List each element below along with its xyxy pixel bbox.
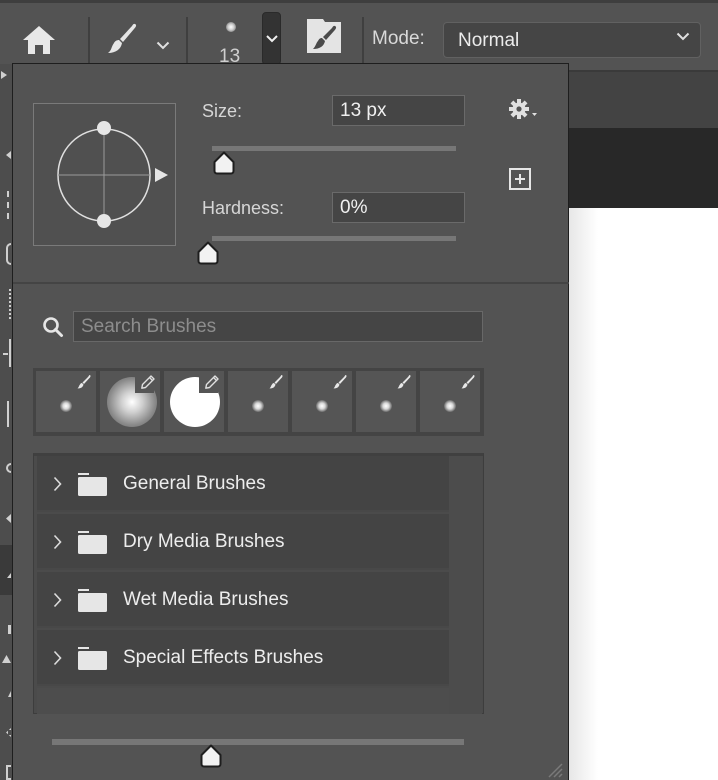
gear-icon [509,99,537,119]
brush-icon [269,374,283,389]
blend-mode-select[interactable]: Normal [443,22,701,58]
hardness-input[interactable] [332,192,465,223]
recent-brush-tile[interactable] [164,371,224,432]
options-bar: 13 Mode: Normal [0,0,718,67]
new-preset-button[interactable] [509,168,531,195]
brush-folders-list: General Brushes Dry Media Brushes Wet Me… [33,453,484,714]
folder-name: Wet Media Brushes [123,589,289,610]
recent-brush-tile[interactable] [356,371,416,432]
roundness-handle-bottom[interactable] [97,214,111,228]
recent-brush-tile[interactable] [36,371,96,432]
toolbar-divider [88,17,90,63]
chevron-right-icon[interactable] [53,534,62,550]
toolbar-divider [362,17,364,63]
recent-brush-tile[interactable] [100,371,160,432]
preview-size-slider-thumb[interactable] [199,744,223,768]
brush-tip-preview-icon[interactable] [226,22,236,32]
brush-settings-panel-button[interactable] [307,19,341,58]
document-canvas[interactable] [568,208,718,780]
pencil-icon [205,375,219,389]
section-divider [13,282,569,284]
size-slider-thumb[interactable] [212,151,236,175]
folder-icon [78,473,107,496]
search-brushes-input[interactable] [73,311,483,342]
folder-row-special-effects-brushes[interactable]: Special Effects Brushes [37,630,449,686]
folder-name: Dry Media Brushes [123,531,285,552]
hardness-slider-track[interactable] [212,236,456,241]
size-label: Size: [202,101,243,121]
folder-icon [78,531,107,554]
chevron-right-icon[interactable] [53,476,62,492]
brush-icon [77,374,91,389]
soft-round-tip-icon [316,400,328,413]
recent-brushes-row [33,368,484,436]
eyedropper-tool-icon[interactable] [6,463,11,473]
tool-preset-chevron-down-icon[interactable] [156,37,170,55]
pencil-icon [141,375,155,389]
preview-size-slider-track[interactable] [52,739,464,745]
quick-select-tool-icon[interactable] [9,289,11,319]
ruler-area [568,128,718,208]
healing-tool-icon[interactable] [6,514,11,523]
search-icon [42,316,64,343]
hardness-label: Hardness: [202,198,285,218]
folder-row-general-brushes[interactable]: General Brushes [37,456,449,512]
dodge-tool-icon[interactable] [6,728,11,737]
hardness-slider-thumb[interactable] [196,241,220,265]
resize-grip-icon[interactable] [543,758,563,778]
soft-round-tip-icon [380,400,392,413]
blend-mode-value: Normal [458,30,520,51]
stamp-tool-icon[interactable] [8,625,11,634]
brush-icon [461,374,475,389]
chevron-right-icon[interactable] [53,650,62,666]
chevron-down-icon [266,35,278,43]
tools-panel [0,63,12,780]
lasso-tool-icon[interactable] [6,243,11,265]
brush-preset-picker-button[interactable] [262,12,281,65]
eraser-tool-icon[interactable] [2,655,11,663]
folder-row-wet-media-brushes[interactable]: Wet Media Brushes [37,572,449,628]
folder-row-dry-media-brushes[interactable]: Dry Media Brushes [37,514,449,570]
list-scrollbar-gutter[interactable] [449,456,482,714]
document-tab-bar [568,70,718,128]
folder-name: Special Effects Brushes [123,647,324,668]
brush-icon [397,374,411,389]
folder-icon [78,589,107,612]
pen-tool-icon[interactable] [6,765,11,780]
brush-preset-picker-popup: Size: Hardness: [12,63,569,780]
angle-handle-arrow[interactable] [155,168,168,182]
brush-tool-active[interactable] [0,545,12,595]
mode-label: Mode: [372,28,425,49]
marquee-tool-icon[interactable] [7,191,10,219]
recent-brush-tile[interactable] [228,371,288,432]
brush-icon [333,374,347,389]
crop-tool-line [9,339,11,367]
recent-brush-tile[interactable] [420,371,480,432]
settings-menu-button[interactable] [509,99,539,126]
soft-round-tip-icon [252,400,264,413]
plus-square-icon [509,168,531,190]
size-slider-track[interactable] [212,146,456,151]
brush-tool-preset-icon[interactable] [106,22,138,61]
frame-tool-icon[interactable] [7,401,9,427]
list-empty-area [37,688,449,714]
folder-icon [78,647,107,670]
move-tool-icon[interactable] [6,151,11,159]
chevron-right-icon[interactable] [53,592,62,608]
brush-tip-shape-preview[interactable] [33,103,176,246]
home-icon[interactable] [22,25,56,60]
soft-round-tip-icon [444,400,456,413]
expand-panel-icon[interactable] [1,71,7,79]
toolbar-divider [186,17,188,63]
brush-folder-icon [307,19,341,53]
crop-tool-icon[interactable] [3,353,8,355]
gradient-tool-icon[interactable] [8,691,11,697]
size-input[interactable] [332,95,465,126]
roundness-handle-top[interactable] [97,121,111,135]
soft-round-tip-icon [60,400,72,413]
chevron-down-icon [676,32,690,41]
recent-brush-tile[interactable] [292,371,352,432]
folder-name: General Brushes [123,473,266,494]
